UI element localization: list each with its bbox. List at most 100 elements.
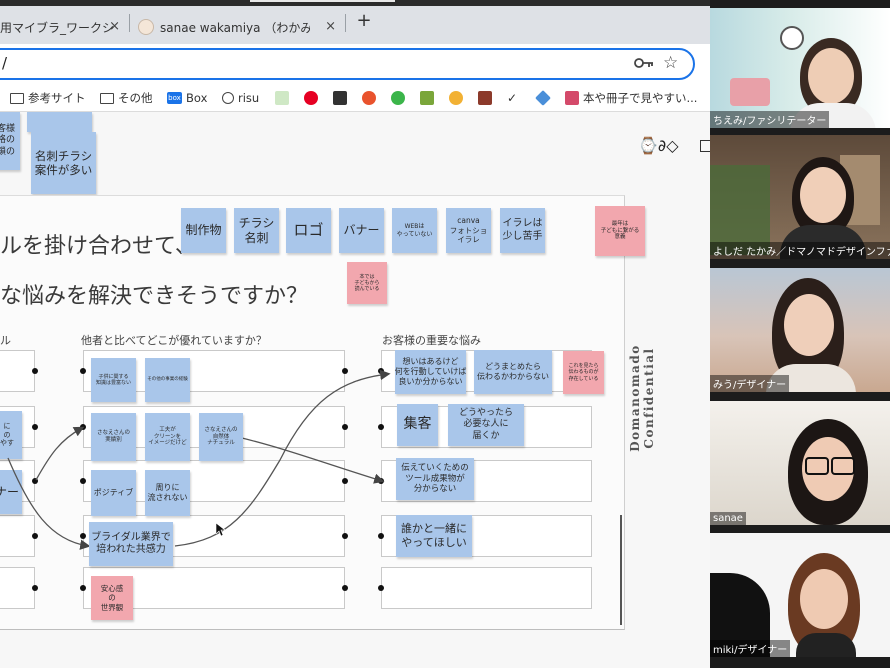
sticky-tag[interactable]: イラレは 少し苦手 [500,208,545,253]
close-icon[interactable]: × [109,19,120,34]
tab-label: sanae wakamiya （わかみやさ [160,20,310,35]
bookmark-label: Box [186,91,208,105]
bookmark-box[interactable]: box Box [167,90,207,106]
sticky-note[interactable]: ブライダル業界で 培われた共感力 [89,522,173,566]
board-heading-line1: ルを掛け合わせて、 [0,234,197,259]
sticky-note[interactable]: どうまとめたら 伝わるかわからない [474,350,552,394]
check-icon: ✓ [507,91,518,105]
cat-favicon-icon [138,19,154,35]
connector-dot[interactable] [32,585,38,591]
bookmark-favicon-red[interactable] [362,90,376,106]
site-favicon-icon [449,91,463,105]
connector-dot[interactable] [80,585,86,591]
sticky-note[interactable]: どうやったら 必要な人に 届くか [448,404,524,446]
bookmark-label: risu [238,91,260,105]
sticky-note[interactable]: 伝えていくための ツール成果物が 分からない [396,458,474,500]
canvas-tool-icons[interactable]: ⌚∂◇ [638,136,679,155]
participant-name: sanae [710,512,746,525]
close-icon[interactable]: × [325,19,336,34]
sticky-tag[interactable]: WEBは やっていない [392,208,437,253]
bookmark-favicon-check[interactable]: ✓ [507,90,521,106]
participant-face [784,294,834,356]
bookmark-favicon-book[interactable] [420,90,434,106]
chair-shape [730,78,770,106]
key-icon[interactable] [634,56,654,70]
bookmark-site-icon [565,91,579,105]
participant-name: miki/デザイナー [710,640,791,657]
sticky-tag[interactable]: チラシ 名刺 [234,208,279,253]
box-icon: box [167,92,182,104]
url-text[interactable]: / [2,54,7,72]
glasses-icon [805,457,829,475]
folder-icon [100,92,114,104]
participant-face [808,48,854,104]
sticky-note[interactable]: 子供に関する 知識は豊富ない [91,358,136,402]
sticky-note-pink[interactable]: これを見たら 伝わるものが 存在している [563,351,604,394]
bookmark-folder-other[interactable]: その他 [100,90,153,106]
sticky-note[interactable]: 工夫が クリーンを イメージだけど [145,413,190,461]
tab-separator [129,14,130,32]
bookmark-c[interactable] [333,90,347,106]
bookmark-favicon-rainbow[interactable] [449,90,463,106]
sticky-note[interactable]: 周りに 流されない [145,470,190,516]
sticky-note[interactable]: ポジティブ [91,470,136,516]
site-favicon-icon [420,91,434,105]
pinterest-icon [304,91,318,105]
folder-icon [10,92,24,104]
sticky-note[interactable]: さなえさんの 自然体 ナチュラル [199,413,243,461]
participant-video-tile[interactable]: ちえみ/ファシリテーター [710,8,890,128]
sticky-note-pink[interactable]: 安心感 の 世界観 [91,576,133,620]
sticky-tag[interactable]: ロゴ [286,208,331,253]
site-favicon-icon [275,91,289,105]
site-favicon-icon [535,90,551,106]
star-icon[interactable]: ☆ [663,53,678,73]
site-favicon-icon [478,91,492,105]
sticky-note[interactable]: 名刺チラシ 案件が多い [31,132,96,194]
participant-video-tile[interactable]: sanae [710,401,890,525]
globe-icon [222,92,234,104]
connector-dot[interactable] [342,585,348,591]
tab-separator [345,14,346,32]
sticky-note[interactable]: 誰かと一緒に やってほしい [396,515,472,557]
tab-label: 用マイブラ_ワークシ [0,20,115,35]
sticky-note[interactable]: 集客 [397,404,438,446]
participant-name: よしだ たかみ／ドマノマドデザインファ [710,242,890,259]
participant-name: ちえみ/ファシリテーター [710,111,830,128]
sticky-note-pink[interactable]: 最年は 子どもに繋がる 意義 [595,206,645,256]
sticky-note[interactable]: 客様 格の 鎖の [0,112,20,170]
participant-video-tile[interactable]: みう/デザイナー [710,268,890,392]
c-logo-icon [333,91,347,105]
sticky-note[interactable]: その他の事業の経験 [145,358,190,402]
address-bar[interactable] [0,48,695,80]
bookmark-favicon-dark[interactable] [478,90,492,106]
bookmark-pinterest[interactable] [304,90,318,106]
divider-line [620,515,622,625]
participant-video-tile[interactable]: miki/デザイナー [710,533,890,657]
new-tab-button[interactable]: + [354,11,374,31]
bookmark-label: 本や冊子で見やすい... [583,91,698,105]
bookmark-books[interactable]: 本や冊子で見やすい... [565,90,697,106]
sticky-tag[interactable]: 制作物 [181,208,226,253]
bookmark-favicon-green2[interactable] [391,90,405,106]
tab-sanae-profile[interactable]: sanae wakamiya （わかみやさ × [134,10,344,44]
tab-worksheet[interactable]: 用マイブラ_ワークシ × [0,10,128,44]
participant-face [800,167,846,223]
connector-dot[interactable] [378,585,384,591]
sticky-note[interactable]: さなえさんの 実績別 [91,413,136,461]
site-favicon-icon [362,91,376,105]
bookmark-favicon-green[interactable] [275,90,289,106]
confidential-label: Domanomado Confidential [628,344,656,452]
participant-video-tile[interactable]: よしだ たかみ／ドマノマドデザインファ [710,135,890,259]
sticky-note[interactable] [27,112,92,132]
sticky-tag[interactable]: canva フォトショ イラレ [446,208,491,253]
sticky-tag[interactable]: バナー [339,208,384,253]
clock-icon [780,26,804,50]
participant-name: みう/デザイナー [710,375,790,392]
bookmark-risu[interactable]: risu [222,90,259,106]
bookmark-label: 参考サイト [28,91,86,105]
bookmark-label: その他 [118,91,153,105]
sticky-note-pink[interactable]: 本では 子どもから 読んでいる [347,262,387,304]
bookmark-folder-reference[interactable]: 参考サイト [10,90,86,106]
bookmark-favicon-blue[interactable] [535,90,551,106]
sticky-note[interactable]: 想いはあるけど 何を行動していけば 良いか分からない [395,350,466,394]
